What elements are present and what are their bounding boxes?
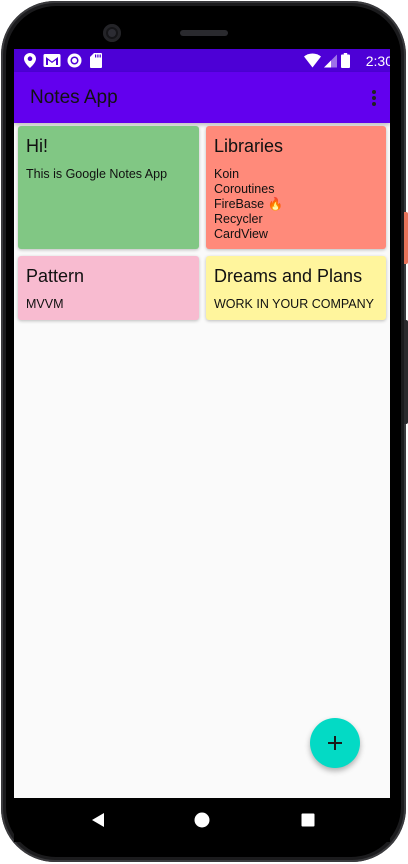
screen: 2:30 Notes App Hi! This is Google Notes … (14, 49, 390, 798)
note-line: Recycler (214, 212, 263, 226)
sd-card-icon (90, 53, 102, 68)
gmail-icon (43, 54, 61, 67)
plus-icon (328, 736, 342, 750)
note-line: Koin (214, 167, 240, 181)
recents-icon[interactable] (298, 810, 318, 830)
battery-icon (341, 53, 350, 68)
wifi-icon (304, 53, 321, 68)
volume-button (404, 320, 408, 424)
note-body: Koin Coroutines FireBase 🔥 Recycler Card… (214, 167, 283, 242)
power-button (404, 212, 408, 264)
note-line: Coroutines (214, 182, 275, 196)
note-title: Hi! (26, 136, 48, 156)
note-title: Pattern (26, 266, 85, 286)
add-note-button[interactable] (310, 718, 360, 768)
status-time: 2:30 (365, 53, 390, 69)
note-body: MVVM (26, 297, 64, 312)
note-card-libraries[interactable]: Libraries Koin Coroutines FireBase 🔥 Rec… (206, 126, 386, 249)
front-camera (103, 24, 121, 42)
note-body: This is Google Notes App (26, 167, 167, 182)
note-line: This is Google Notes App (26, 167, 168, 181)
navigation-bar (14, 798, 390, 842)
location-icon (24, 53, 36, 68)
app-bar: Notes App (14, 72, 390, 123)
note-card-pattern[interactable]: Pattern MVVM (18, 256, 199, 320)
note-body: WORK IN YOUR COMPANY (214, 297, 374, 312)
signal-icon (324, 54, 337, 68)
status-bar: 2:30 (14, 49, 390, 72)
note-card-dreams[interactable]: Dreams and Plans WORK IN YOUR COMPANY (206, 256, 386, 320)
note-card-hi[interactable]: Hi! This is Google Notes App (18, 126, 199, 249)
note-title: Libraries (214, 136, 284, 156)
home-icon[interactable] (192, 810, 212, 830)
note-line: WORK IN YOUR COMPANY (214, 297, 374, 311)
note-title: Dreams and Plans (214, 266, 363, 286)
back-icon[interactable] (88, 810, 108, 830)
note-line: MVVM (26, 297, 64, 311)
app-title: Notes App (30, 87, 118, 108)
note-line: CardView (214, 227, 268, 241)
more-vert-icon[interactable] (368, 88, 380, 108)
note-line: FireBase 🔥 (214, 197, 284, 211)
sync-icon (67, 53, 82, 68)
earpiece-speaker (180, 30, 228, 36)
